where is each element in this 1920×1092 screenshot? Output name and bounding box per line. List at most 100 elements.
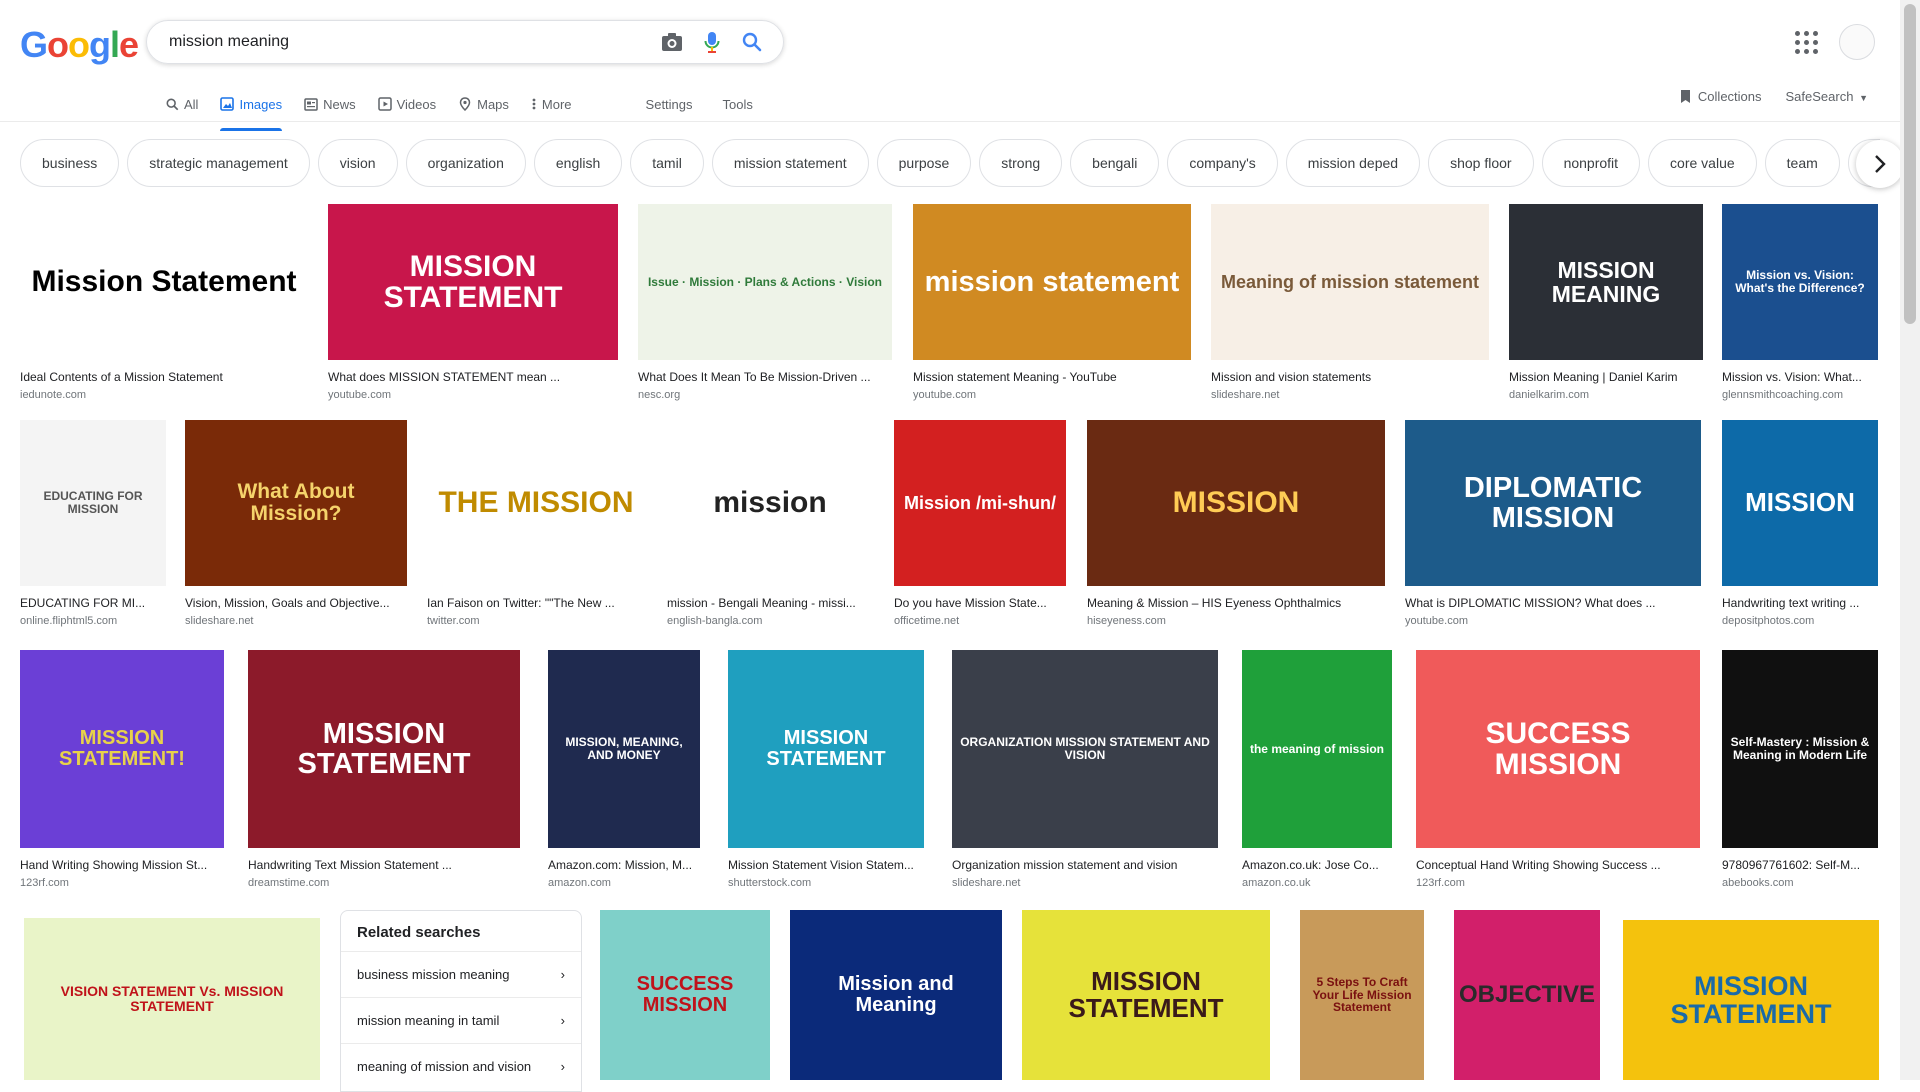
result-thumbnail[interactable]: MISSION STATEMENT xyxy=(248,650,520,848)
result-title[interactable]: What Does It Mean To Be Mission-Driven .… xyxy=(638,369,892,385)
result-thumbnail[interactable]: MISSION STATEMENT xyxy=(1022,910,1270,1080)
chip-5[interactable]: tamil xyxy=(630,139,704,187)
result-title[interactable]: Hand Writing Showing Mission St... xyxy=(20,857,224,873)
chevron-right-icon[interactable] xyxy=(1856,140,1904,188)
result-title[interactable]: Amazon.co.uk: Jose Co... xyxy=(1242,857,1392,873)
result-title[interactable]: Mission statement Meaning - YouTube xyxy=(913,369,1191,385)
result-thumbnail[interactable]: the meaning of mission xyxy=(1242,650,1392,848)
chip-1[interactable]: strategic management xyxy=(127,139,310,187)
search-input[interactable] xyxy=(167,32,645,52)
image-result[interactable]: MISSION Meaning & Mission – HIS Eyeness O… xyxy=(1087,420,1385,628)
chip-8[interactable]: strong xyxy=(979,139,1063,187)
result-title[interactable]: Amazon.com: Mission, M... xyxy=(548,857,700,873)
result-thumbnail[interactable]: What About Mission? xyxy=(185,420,407,586)
avatar[interactable] xyxy=(1839,24,1875,60)
tools-link[interactable]: Tools xyxy=(723,88,753,120)
image-result[interactable]: MISSION STATEMENT Mission Statement Visio… xyxy=(728,650,924,890)
google-logo[interactable]: Google xyxy=(20,24,139,66)
result-thumbnail[interactable]: THE MISSION xyxy=(427,420,645,586)
image-result[interactable]: What About Mission? Vision, Mission, Goal… xyxy=(185,420,407,628)
result-thumbnail[interactable]: SUCCESS MISSION xyxy=(600,910,770,1080)
chip-15[interactable]: team xyxy=(1764,139,1840,187)
image-result[interactable]: mission mission - Bengali Meaning - missi… xyxy=(667,420,873,628)
image-result[interactable]: DIPLOMATIC MISSION What is DIPLOMATIC MIS… xyxy=(1405,420,1701,628)
result-thumbnail[interactable]: DIPLOMATIC MISSION xyxy=(1405,420,1701,586)
camera-icon[interactable] xyxy=(659,29,685,55)
image-result[interactable]: Self-Mastery : Mission & Meaning in Mode… xyxy=(1722,650,1878,890)
scrollbar-thumb[interactable] xyxy=(1904,4,1916,324)
chip-13[interactable]: nonprofit xyxy=(1541,139,1641,187)
related-item[interactable]: meaning of mission and vision › xyxy=(341,1043,581,1089)
image-result[interactable]: SUCCESS MISSION xyxy=(600,910,770,1080)
collections-link[interactable]: Collections xyxy=(1679,89,1762,104)
result-thumbnail[interactable]: Meaning of mission statement xyxy=(1211,204,1489,360)
result-title[interactable]: EDUCATING FOR MI... xyxy=(20,595,166,611)
result-title[interactable]: Meaning & Mission – HIS Eyeness Ophthalm… xyxy=(1087,595,1385,611)
result-thumbnail[interactable]: Mission vs. Vision: What's the Differenc… xyxy=(1722,204,1878,360)
result-thumbnail[interactable]: 5 Steps To Craft Your Life Mission State… xyxy=(1300,910,1424,1080)
image-result[interactable]: MISSION MEANING Mission Meaning | Daniel … xyxy=(1509,204,1703,402)
image-result[interactable]: Meaning of mission statement Mission and … xyxy=(1211,204,1489,402)
image-result[interactable]: THE MISSION Ian Faison on Twitter: ""The … xyxy=(427,420,645,628)
result-thumbnail[interactable]: Mission /mi-shun/ xyxy=(894,420,1066,586)
image-result[interactable]: Mission and Meaning xyxy=(790,910,1002,1080)
image-result[interactable]: Mission Statement Ideal Contents of a Mis… xyxy=(20,204,308,402)
result-title[interactable]: What is DIPLOMATIC MISSION? What does ..… xyxy=(1405,595,1701,611)
chip-14[interactable]: core value xyxy=(1648,139,1757,187)
image-result[interactable]: MISSION STATEMENT xyxy=(1623,920,1879,1080)
tab-images[interactable]: Images xyxy=(220,88,282,131)
image-result[interactable]: OBJECTIVE xyxy=(1454,910,1600,1080)
result-title[interactable]: Mission Statement Vision Statem... xyxy=(728,857,924,873)
result-thumbnail[interactable]: ORGANIZATION MISSION STATEMENT AND VISIO… xyxy=(952,650,1218,848)
chip-4[interactable]: english xyxy=(533,139,623,187)
tab-news[interactable]: News xyxy=(304,88,356,120)
chip-3[interactable]: organization xyxy=(405,139,526,187)
tab-maps[interactable]: Maps xyxy=(458,88,509,120)
image-result[interactable]: 5 Steps To Craft Your Life Mission State… xyxy=(1300,910,1424,1080)
result-title[interactable]: 9780967761602: Self-M... xyxy=(1722,857,1878,873)
tab-videos[interactable]: Videos xyxy=(377,88,436,120)
chip-0[interactable]: business xyxy=(20,139,120,187)
mic-icon[interactable] xyxy=(699,29,725,55)
result-thumbnail[interactable]: Self-Mastery : Mission & Meaning in Mode… xyxy=(1722,650,1878,848)
image-result[interactable]: VISION STATEMENT Vs. MISSION STATEMENT xyxy=(24,918,320,1080)
result-title[interactable]: Ian Faison on Twitter: ""The New ... xyxy=(427,595,645,611)
result-title[interactable]: Organization mission statement and visio… xyxy=(952,857,1218,873)
result-thumbnail[interactable]: MISSION STATEMENT xyxy=(728,650,924,848)
result-title[interactable]: Ideal Contents of a Mission Statement xyxy=(20,369,308,385)
result-thumbnail[interactable]: SUCCESS MISSION xyxy=(1416,650,1700,848)
image-result[interactable]: MISSION STATEMENT! Hand Writing Showing M… xyxy=(20,650,224,890)
result-title[interactable]: Mission and vision statements xyxy=(1211,369,1489,385)
result-title[interactable]: Do you have Mission State... xyxy=(894,595,1066,611)
result-thumbnail[interactable]: MISSION STATEMENT! xyxy=(20,650,224,848)
result-title[interactable]: Vision, Mission, Goals and Objective... xyxy=(185,595,407,611)
result-thumbnail[interactable]: Mission Statement xyxy=(20,204,308,360)
chip-10[interactable]: company's xyxy=(1167,139,1278,187)
safesearch-dropdown[interactable]: SafeSearch ▼ xyxy=(1786,89,1868,104)
tab-all[interactable]: All xyxy=(166,88,198,120)
result-thumbnail[interactable]: MISSION xyxy=(1722,420,1878,586)
result-thumbnail[interactable]: MISSION STATEMENT xyxy=(1623,920,1879,1080)
image-result[interactable]: Mission vs. Vision: What's the Differenc… xyxy=(1722,204,1878,402)
image-result[interactable]: mission statement Mission statement Meani… xyxy=(913,204,1191,402)
chip-9[interactable]: bengali xyxy=(1070,139,1160,187)
image-result[interactable]: MISSION STATEMENT xyxy=(1022,910,1270,1080)
result-thumbnail[interactable]: MISSION, MEANING, AND MONEY xyxy=(548,650,700,848)
image-result[interactable]: SUCCESS MISSION Conceptual Hand Writing S… xyxy=(1416,650,1700,890)
result-thumbnail[interactable]: OBJECTIVE xyxy=(1454,910,1600,1080)
image-result[interactable]: Issue · Mission · Plans & Actions · Visi… xyxy=(638,204,892,402)
chip-2[interactable]: vision xyxy=(317,139,398,187)
result-thumbnail[interactable]: mission statement xyxy=(913,204,1191,360)
result-title[interactable]: Mission vs. Vision: What... xyxy=(1722,369,1878,385)
result-thumbnail[interactable]: MISSION xyxy=(1087,420,1385,586)
chip-7[interactable]: purpose xyxy=(876,139,972,187)
result-thumbnail[interactable]: MISSION STATEMENT xyxy=(328,204,618,360)
result-title[interactable]: Handwriting text writing ... xyxy=(1722,595,1878,611)
image-result[interactable]: the meaning of mission Amazon.co.uk: Jose… xyxy=(1242,650,1392,890)
result-thumbnail[interactable]: mission xyxy=(667,420,873,586)
related-item[interactable]: mission meaning in tamil › xyxy=(341,997,581,1043)
result-thumbnail[interactable]: Issue · Mission · Plans & Actions · Visi… xyxy=(638,204,892,360)
settings-link[interactable]: Settings xyxy=(646,88,693,120)
page-scrollbar[interactable] xyxy=(1900,0,1920,1080)
result-title[interactable]: Conceptual Hand Writing Showing Success … xyxy=(1416,857,1700,873)
